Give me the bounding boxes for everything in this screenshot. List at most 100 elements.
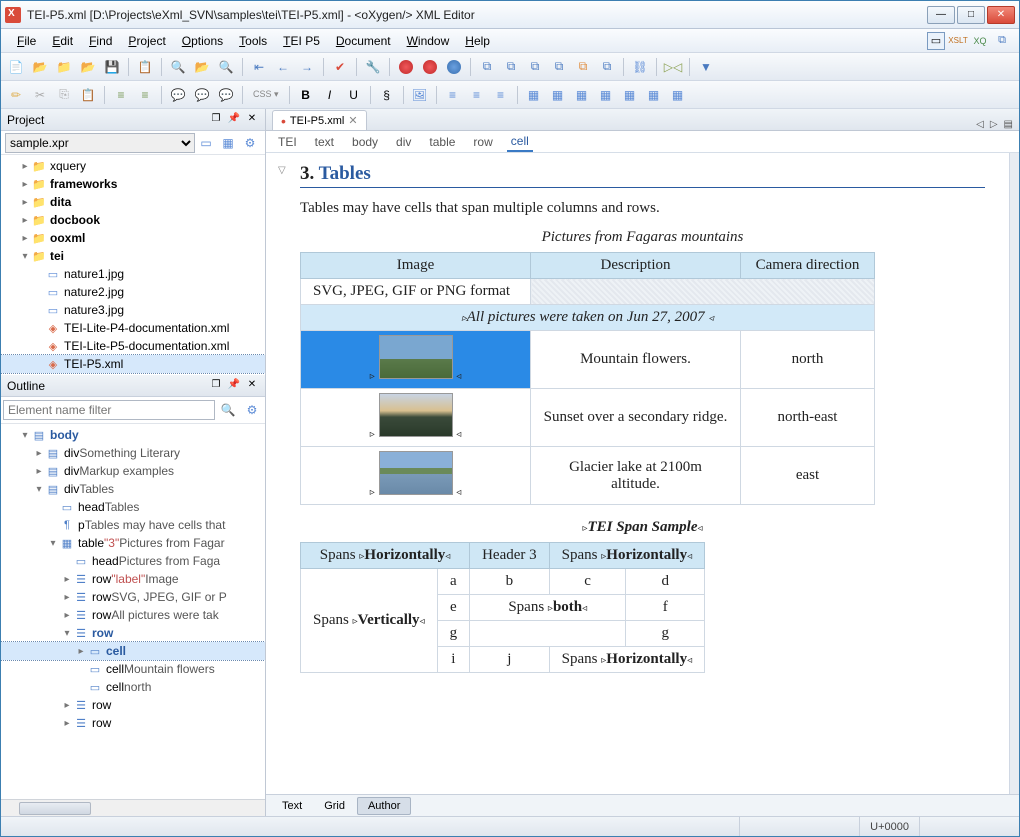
editor-vscrollbar[interactable] xyxy=(1009,153,1019,794)
table-col-del-icon[interactable]: ▦ xyxy=(619,84,641,106)
outline-item[interactable]: ▸☰row "label" Image xyxy=(1,570,265,588)
bold-icon[interactable]: B xyxy=(295,84,317,106)
nav-first-icon[interactable]: ⇤ xyxy=(248,56,270,78)
author-editor[interactable]: ▽ 3. Tables Tables may have cells that s… xyxy=(266,153,1009,794)
project-item[interactable]: ◈TEI-P5.xml xyxy=(1,355,265,373)
comment3-icon[interactable]: 💬 xyxy=(215,84,237,106)
outline-item[interactable]: ▸▭cell xyxy=(1,642,265,660)
css-select[interactable]: CSS ▾ xyxy=(248,84,284,106)
desc-cell[interactable]: Glacier lake at 2100m altitude. xyxy=(531,447,741,505)
find-files-icon[interactable]: 🔍 xyxy=(215,56,237,78)
menu-file[interactable]: File xyxy=(9,31,44,51)
filter-icon[interactable]: ▼ xyxy=(695,56,717,78)
menu-document[interactable]: Document xyxy=(328,31,399,51)
check-wf-icon[interactable]: ✔ xyxy=(329,56,351,78)
table-row-ins-icon[interactable]: ▦ xyxy=(547,84,569,106)
span-horiz-bot[interactable]: Spans ▹Horizontally◃ xyxy=(549,647,704,673)
search-icon[interactable]: 🔍 xyxy=(167,56,189,78)
copy-icon[interactable]: ⎘ xyxy=(53,84,75,106)
open-recent-icon[interactable]: 📂 xyxy=(77,56,99,78)
open-url-icon[interactable]: 📁 xyxy=(53,56,75,78)
table-merge-icon[interactable]: ▦ xyxy=(643,84,665,106)
tab-prev-icon[interactable]: ◁ xyxy=(976,119,984,130)
desc-cell[interactable]: Sunset over a secondary ridge. xyxy=(531,389,741,447)
outline-item[interactable]: ▾▤body xyxy=(1,426,265,444)
outline-item[interactable]: ▸▤div Markup examples xyxy=(1,462,265,480)
validate-icon[interactable]: 📋 xyxy=(134,56,156,78)
col-camera-dir[interactable]: Camera direction xyxy=(741,253,875,279)
menu-options[interactable]: Options xyxy=(174,31,231,51)
menu-help[interactable]: Help xyxy=(457,31,498,51)
open-folder-icon[interactable]: 📂 xyxy=(29,56,51,78)
menu-edit[interactable]: Edit xyxy=(44,31,81,51)
project-item[interactable]: ▭nature2.jpg xyxy=(1,283,265,301)
save-icon[interactable]: 💾 xyxy=(101,56,123,78)
perspective-icon[interactable]: ⧉ xyxy=(993,32,1011,50)
breadcrumb-TEI[interactable]: TEI xyxy=(274,133,301,151)
table-icon[interactable]: ▦ xyxy=(523,84,545,106)
pin-icon[interactable]: 📌 xyxy=(227,113,241,127)
tab-next-icon[interactable]: ▷ xyxy=(990,119,998,130)
editor-tab[interactable]: • TEI-P5.xml ✕ xyxy=(272,110,367,130)
project-select[interactable]: sample.xpr xyxy=(5,133,195,153)
project-item[interactable]: ▸📁frameworks xyxy=(1,175,265,193)
restore-icon[interactable]: ❐ xyxy=(209,113,223,127)
project-tree[interactable]: ▸📁xquery▸📁frameworks▸📁dita▸📁docbook▸📁oox… xyxy=(1,155,265,375)
list-bullet-icon[interactable]: ≡ xyxy=(466,84,488,106)
underline-icon[interactable]: U xyxy=(343,84,365,106)
table-col-ins-icon[interactable]: ▦ xyxy=(595,84,617,106)
outline-item[interactable]: ▸☰row All pictures were tak xyxy=(1,606,265,624)
hatched-cell[interactable] xyxy=(531,279,875,305)
merge-icon[interactable]: ⧉ xyxy=(524,56,546,78)
list-num-icon[interactable]: ≡ xyxy=(442,84,464,106)
project-item[interactable]: ▾📁tei xyxy=(1,247,265,265)
nav-fwd-icon[interactable]: → xyxy=(296,56,318,78)
collapse-marker-icon[interactable]: ▽ xyxy=(278,165,286,176)
run-opts-icon[interactable] xyxy=(419,56,441,78)
wrench-icon[interactable]: 🔧 xyxy=(362,56,384,78)
breadcrumb-text[interactable]: text xyxy=(311,133,338,151)
outline-hscrollbar[interactable] xyxy=(1,799,265,816)
compare-icon[interactable]: ⧉ xyxy=(500,56,522,78)
image-cell[interactable]: ▹ ◃ xyxy=(301,447,531,505)
mode-tab-author[interactable]: Author xyxy=(357,797,411,815)
comment-icon[interactable]: 💬 xyxy=(167,84,189,106)
project-item[interactable]: ▭nature1.jpg xyxy=(1,265,265,283)
project-item[interactable]: ▸📁dita xyxy=(1,193,265,211)
section-icon[interactable]: § xyxy=(376,84,398,106)
mode-tab-grid[interactable]: Grid xyxy=(314,798,355,814)
outline-item[interactable]: ▸☰row xyxy=(1,696,265,714)
menu-tools[interactable]: Tools xyxy=(231,31,275,51)
comment2-icon[interactable]: 💬 xyxy=(191,84,213,106)
breadcrumb-body[interactable]: body xyxy=(348,133,382,151)
project-item[interactable]: ◈TEI-Lite-P4-documentation.xml xyxy=(1,319,265,337)
breadcrumb-row[interactable]: row xyxy=(469,133,496,151)
project-item[interactable]: ▸📁ooxml xyxy=(1,229,265,247)
outline-item[interactable]: ▭head Pictures from Faga xyxy=(1,552,265,570)
breadcrumb[interactable]: TEItextbodydivtablerowcell xyxy=(266,131,1019,153)
proj-settings-icon[interactable]: ⚙ xyxy=(239,132,261,154)
outline-tree[interactable]: ▾▤body▸▤div Something Literary▸▤div Mark… xyxy=(1,424,265,799)
new-file-icon[interactable]: 📄 xyxy=(5,56,27,78)
tool5-icon[interactable]: ⧉ xyxy=(572,56,594,78)
highlight-icon[interactable]: ✏ xyxy=(5,84,27,106)
debug-icon[interactable] xyxy=(443,56,465,78)
col-image[interactable]: Image xyxy=(301,253,531,279)
outline-item[interactable]: ▾▦table "3" Pictures from Fagar xyxy=(1,534,265,552)
table-props-icon[interactable]: ▦ xyxy=(667,84,689,106)
desc-cell[interactable]: Mountain flowers. xyxy=(531,331,741,389)
diff-icon[interactable]: ⧉ xyxy=(476,56,498,78)
outline-item[interactable]: ▸☰row SVG, JPEG, GIF or P xyxy=(1,588,265,606)
indent-icon[interactable]: ≡ xyxy=(110,84,132,106)
close-button[interactable]: ✕ xyxy=(987,6,1015,24)
nav-back-icon[interactable]: ← xyxy=(272,56,294,78)
breadcrumb-div[interactable]: div xyxy=(392,133,415,151)
outline-restore-icon[interactable]: ❐ xyxy=(209,379,223,393)
outline-settings-icon[interactable]: ⚙ xyxy=(241,399,263,421)
link-icon[interactable]: ⛓ xyxy=(629,56,651,78)
breadcrumb-cell[interactable]: cell xyxy=(507,132,533,152)
menu-window[interactable]: Window xyxy=(399,31,458,51)
proj-btn1-icon[interactable]: ▭ xyxy=(195,132,217,154)
outline-item[interactable]: ▭head Tables xyxy=(1,498,265,516)
tab-list-icon[interactable]: ▤ xyxy=(1004,119,1013,130)
